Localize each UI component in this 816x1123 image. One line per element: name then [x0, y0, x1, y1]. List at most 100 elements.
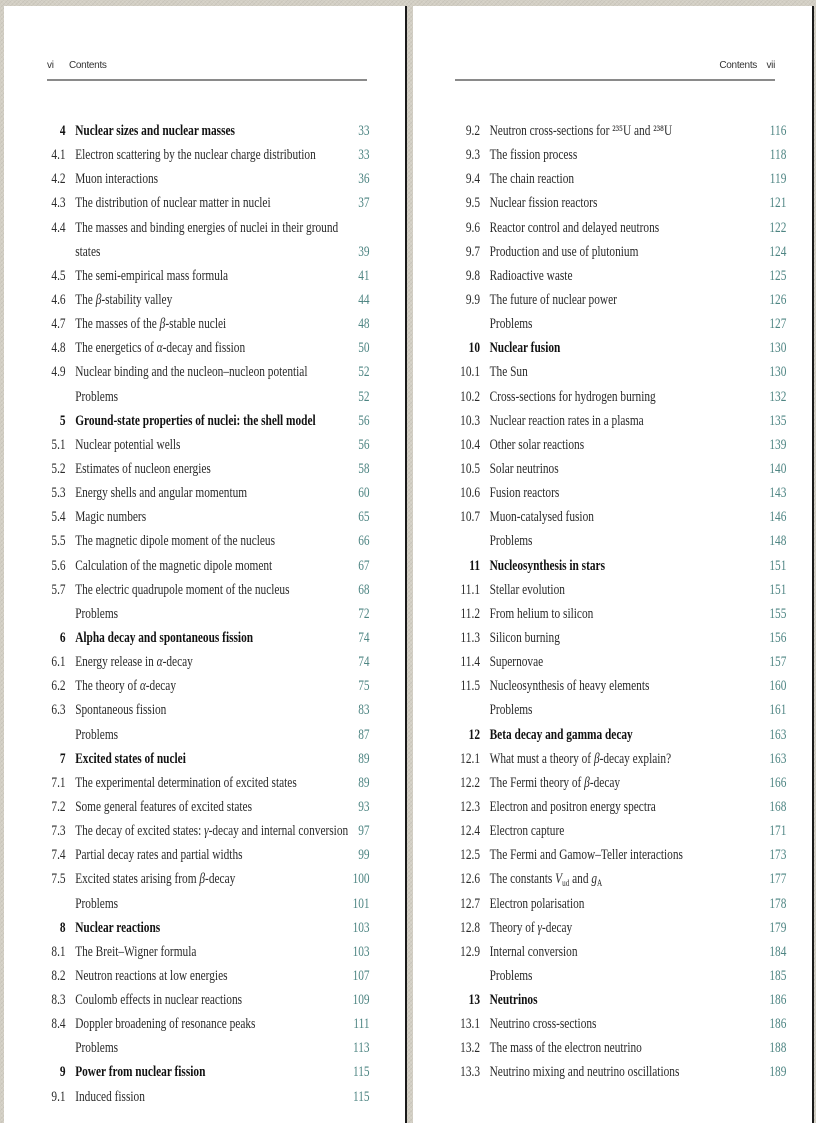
- entry-page-number[interactable]: 56: [358, 411, 369, 431]
- entry-page-number[interactable]: 99: [358, 845, 369, 865]
- entry-page-number[interactable]: 178: [769, 894, 786, 914]
- toc-section-entry[interactable]: 7.1 The experimental determination of exc…: [40, 773, 369, 797]
- toc-chapter-entry[interactable]: 13 Neutrinos 186: [444, 990, 787, 1014]
- entry-page-number[interactable]: 39: [358, 242, 369, 262]
- entry-page-number[interactable]: 75: [358, 676, 369, 696]
- entry-page-number[interactable]: 160: [769, 676, 786, 696]
- toc-section-entry[interactable]: 9.9 The future of nuclear power 126: [444, 290, 787, 314]
- toc-section-entry[interactable]: 6.3 Spontaneous fission 83: [40, 700, 369, 724]
- toc-section-entry[interactable]: 4.5 The semi-empirical mass formula 41: [40, 266, 369, 290]
- toc-section-entry[interactable]: 4.4 The masses and binding energies of nu…: [40, 218, 370, 242]
- toc-section-entry[interactable]: 13.3 Neutrino mixing and neutrino oscilla…: [444, 1062, 786, 1086]
- entry-page-number[interactable]: 126: [769, 290, 786, 310]
- toc-section-entry[interactable]: 12.5 The Fermi and Gamow–Teller interacti…: [444, 845, 786, 869]
- entry-page-number[interactable]: 166: [769, 773, 786, 793]
- toc-section-entry[interactable]: 11.4 Supernovae 157: [444, 652, 787, 676]
- entry-page-number[interactable]: 113: [353, 1038, 370, 1058]
- entry-page-number[interactable]: 151: [769, 580, 786, 600]
- toc-problems-entry[interactable]: Problems 148: [444, 531, 787, 555]
- toc-section-entry[interactable]: 5.7 The electric quadrupole moment of the…: [40, 580, 369, 604]
- entry-page-number[interactable]: 121: [769, 193, 786, 213]
- toc-section-entry[interactable]: 13.2 The mass of the electron neutrino 188: [444, 1038, 786, 1062]
- entry-page-number[interactable]: 60: [358, 483, 369, 503]
- toc-section-entry[interactable]: 5.1 Nuclear potential wells 56: [40, 435, 369, 459]
- toc-section-entry[interactable]: 12.8 Theory of γ-decay 179: [444, 918, 786, 942]
- entry-page-number[interactable]: 179: [769, 918, 786, 938]
- entry-page-number[interactable]: 107: [353, 966, 370, 986]
- entry-page-number[interactable]: 74: [358, 628, 369, 648]
- entry-page-number[interactable]: 115: [353, 1062, 370, 1082]
- entry-page-number[interactable]: 115: [353, 1087, 370, 1107]
- toc-section-entry[interactable]: 6.1 Energy release in α-decay 74: [40, 652, 369, 676]
- entry-page-number[interactable]: 52: [358, 387, 369, 407]
- entry-page-number[interactable]: 68: [358, 580, 369, 600]
- toc-section-entry[interactable]: 7.3 The decay of excited states: γ-decay …: [40, 821, 369, 845]
- entry-page-number[interactable]: 186: [769, 1014, 786, 1034]
- toc-section-entry[interactable]: 11.3 Silicon burning 156: [444, 628, 787, 652]
- toc-section-entry[interactable]: 11.2 From helium to silicon 155: [444, 604, 787, 628]
- entry-page-number[interactable]: 37: [358, 193, 369, 213]
- entry-page-number[interactable]: 74: [358, 652, 369, 672]
- entry-page-number[interactable]: 163: [769, 749, 786, 769]
- entry-page-number[interactable]: 177: [769, 869, 786, 889]
- entry-page-number[interactable]: 188: [769, 1038, 786, 1058]
- toc-section-entry[interactable]: 10.7 Muon-catalysed fusion 146: [444, 507, 786, 531]
- entry-page-number[interactable]: 44: [358, 290, 369, 310]
- toc-section-entry[interactable]: 9.4 The chain reaction 119: [444, 169, 787, 193]
- toc-section-entry[interactable]: 4.3 The distribution of nuclear matter in…: [40, 193, 369, 217]
- toc-section-entry[interactable]: 12.6 The constants Vud and gA 177: [444, 869, 786, 893]
- toc-problems-entry[interactable]: Problems 127: [444, 314, 787, 338]
- entry-page-number[interactable]: 58: [358, 459, 369, 479]
- entry-page-number[interactable]: 139: [769, 435, 786, 455]
- entry-page-number[interactable]: 33: [358, 121, 369, 141]
- toc-section-entry[interactable]: 7.4 Partial decay rates and partial width…: [40, 845, 369, 869]
- toc-section-entry[interactable]: 10.5 Solar neutrinos 140: [444, 459, 786, 483]
- toc-section-entry[interactable]: 8.2 Neutron reactions at low energies 107: [40, 966, 370, 990]
- entry-page-number[interactable]: 109: [353, 990, 370, 1010]
- toc-section-entry[interactable]: 5.4 Magic numbers 65: [40, 507, 369, 531]
- entry-page-number[interactable]: 116: [770, 121, 787, 141]
- entry-page-number[interactable]: 101: [353, 894, 370, 914]
- toc-section-entry[interactable]: states 39: [40, 242, 369, 266]
- entry-page-number[interactable]: 156: [769, 628, 786, 648]
- toc-section-entry[interactable]: 9.8 Radioactive waste 125: [444, 266, 787, 290]
- toc-chapter-entry[interactable]: 8 Nuclear reactions 103: [40, 918, 370, 942]
- entry-page-number[interactable]: 93: [358, 797, 369, 817]
- entry-page-number[interactable]: 189: [769, 1062, 786, 1082]
- toc-section-entry[interactable]: 5.6 Calculation of the magnetic dipole mo…: [40, 556, 369, 580]
- entry-page-number[interactable]: 52: [358, 362, 369, 382]
- entry-page-number[interactable]: 163: [769, 725, 786, 745]
- toc-problems-entry[interactable]: Problems 161: [444, 700, 787, 724]
- entry-page-number[interactable]: 184: [769, 942, 786, 962]
- toc-section-entry[interactable]: 9.6 Reactor control and delayed neutrons 1…: [444, 218, 787, 242]
- entry-page-number[interactable]: 97: [358, 821, 369, 841]
- toc-section-entry[interactable]: 9.1 Induced fission 115: [40, 1087, 370, 1111]
- entry-page-number[interactable]: 83: [358, 700, 369, 720]
- toc-chapter-entry[interactable]: 5 Ground-state properties of nuclei: the …: [40, 411, 370, 435]
- entry-page-number[interactable]: 140: [769, 459, 786, 479]
- toc-chapter-entry[interactable]: 7 Excited states of nuclei 89: [40, 749, 370, 773]
- entry-page-number[interactable]: 122: [769, 218, 786, 238]
- entry-page-number[interactable]: 186: [769, 990, 786, 1010]
- toc-section-entry[interactable]: 12.3 Electron and positron energy spectra…: [444, 797, 786, 821]
- toc-section-entry[interactable]: 12.4 Electron capture 171: [444, 821, 786, 845]
- entry-page-number[interactable]: 125: [769, 266, 786, 286]
- entry-page-number[interactable]: 66: [358, 531, 369, 551]
- entry-page-number[interactable]: 50: [358, 338, 369, 358]
- entry-page-number[interactable]: 132: [769, 387, 786, 407]
- entry-page-number[interactable]: 151: [769, 556, 786, 576]
- toc-chapter-entry[interactable]: 9 Power from nuclear fission 115: [40, 1062, 370, 1086]
- entry-page-number[interactable]: 72: [358, 604, 369, 624]
- entry-page-number[interactable]: 124: [769, 242, 786, 262]
- toc-section-entry[interactable]: 5.2 Estimates of nucleon energies 58: [40, 459, 369, 483]
- toc-section-entry[interactable]: 4.6 The β-stability valley 44: [40, 290, 369, 314]
- entry-page-number[interactable]: 41: [358, 266, 369, 286]
- toc-problems-entry[interactable]: Problems 52: [40, 387, 369, 411]
- toc-problems-entry[interactable]: Problems 113: [40, 1038, 370, 1062]
- toc-section-entry[interactable]: 10.4 Other solar reactions 139: [444, 435, 786, 459]
- toc-section-entry[interactable]: 5.3 Energy shells and angular momentum 60: [40, 483, 369, 507]
- entry-page-number[interactable]: 146: [769, 507, 786, 527]
- entry-page-number[interactable]: 130: [769, 338, 786, 358]
- toc-problems-entry[interactable]: Problems 101: [40, 894, 370, 918]
- toc-section-entry[interactable]: 12.9 Internal conversion 184: [444, 942, 786, 966]
